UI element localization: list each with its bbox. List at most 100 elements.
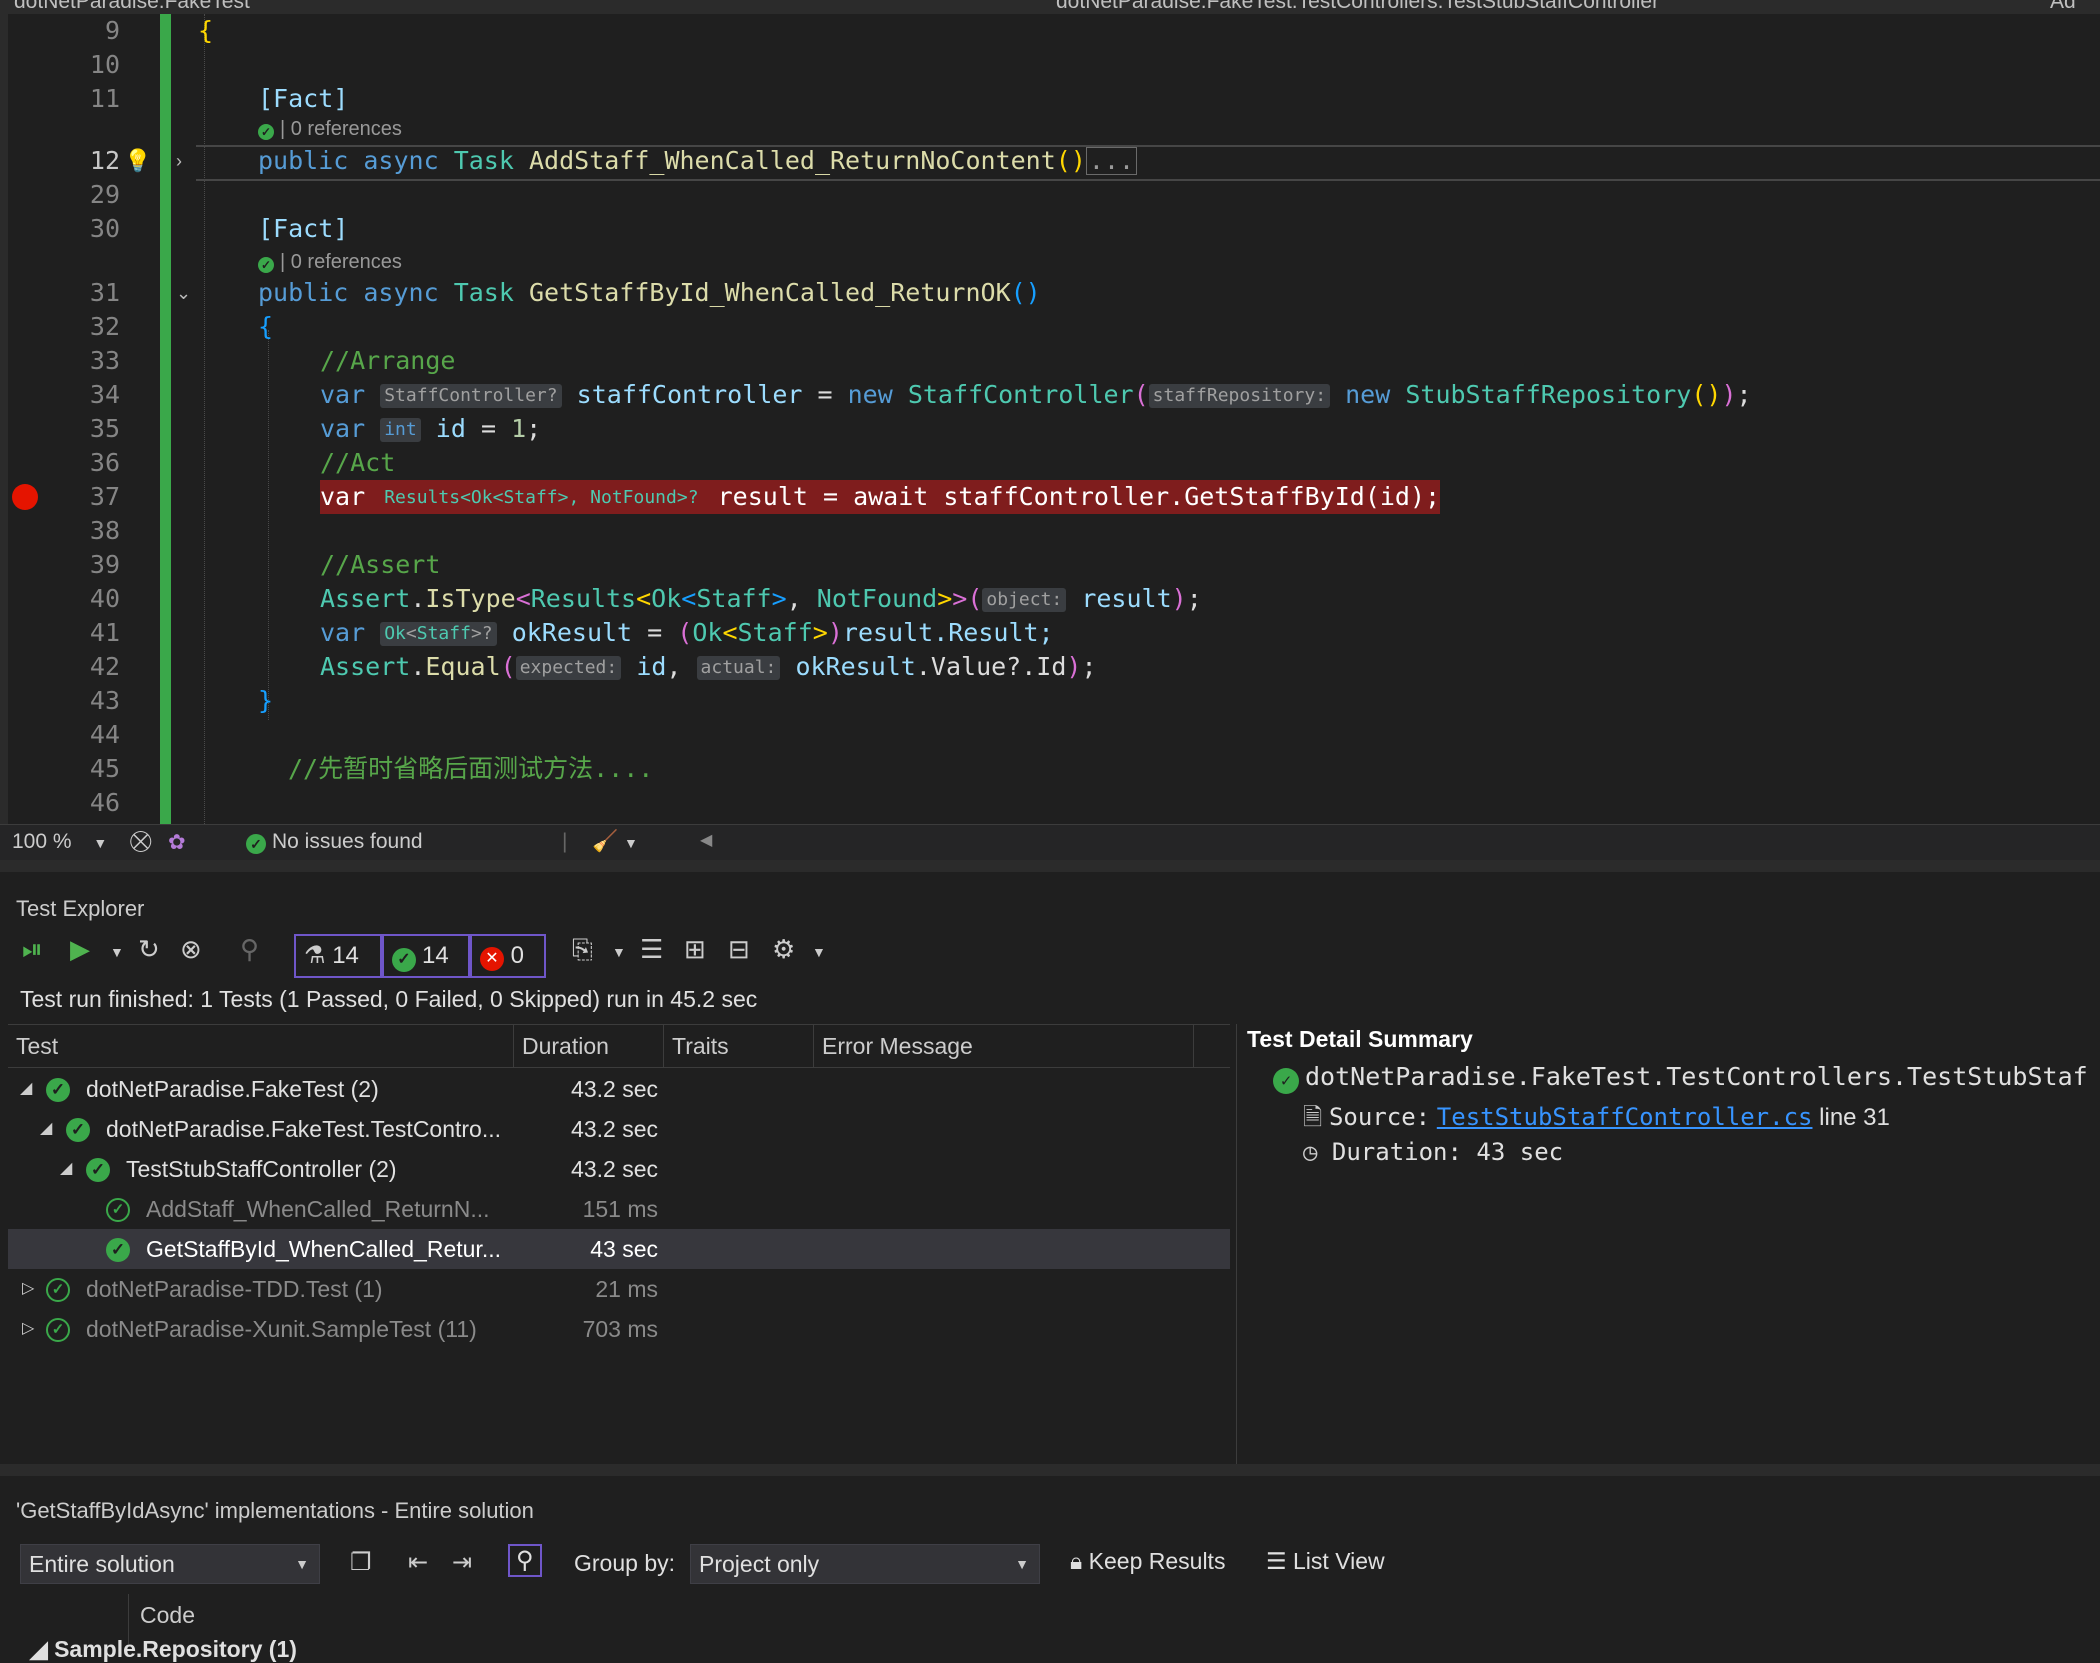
line-number: 32: [89, 312, 120, 341]
playlist-icon[interactable]: ⎘: [572, 934, 593, 966]
test-tree-row-selected[interactable]: ✓ GetStaffById_WhenCalled_Retur... 43 se…: [8, 1229, 1230, 1269]
code-line: 29: [0, 178, 2100, 212]
collapsed-region[interactable]: ...: [1085, 147, 1138, 175]
chevron-down-icon[interactable]: ▼: [110, 944, 124, 960]
clock-icon: ◷: [1303, 1138, 1318, 1166]
detail-title: Test Detail Summary: [1247, 1026, 1473, 1052]
code-line: 45 //先暂时省略后面测试方法....: [0, 752, 2100, 786]
expression: .Value?.Id: [915, 652, 1067, 681]
previous-location-icon[interactable]: ⇤: [408, 1548, 428, 1577]
type-name: Task: [453, 278, 514, 307]
column-header-test[interactable]: Test: [8, 1025, 514, 1067]
lightbulb-icon[interactable]: 💡: [124, 144, 151, 178]
collapse-all-icon[interactable]: ⊟: [728, 934, 750, 965]
comment: //Assert: [320, 550, 441, 579]
test-duration: 43.2 sec: [571, 1076, 658, 1102]
expand-all-icon[interactable]: ⊞: [684, 934, 706, 965]
chevron-down-icon: ▼: [295, 1556, 309, 1572]
code-line: 12 💡 › public async Task AddStaff_WhenCa…: [0, 144, 2100, 178]
breakpoint-icon[interactable]: [12, 484, 38, 510]
test-tree-row[interactable]: ✓ AddStaff_WhenCalled_ReturnN... 151 ms: [8, 1189, 1230, 1229]
passed-icon: ✓: [46, 1078, 70, 1102]
expand-fold-icon[interactable]: ›: [176, 144, 182, 178]
line-number: 35: [89, 414, 120, 443]
zoom-dropdown[interactable]: 100 % ▼: [12, 830, 107, 854]
code-line: 9 {: [0, 14, 2100, 48]
brace: }: [258, 686, 274, 715]
method-name: IsType: [425, 584, 516, 613]
tab-project[interactable]: dotNetParadise.FakeTest: [14, 0, 250, 14]
test-duration: 703 ms: [582, 1316, 658, 1342]
code-line: 36 //Act: [0, 446, 2100, 480]
inlay-parameter-hint: actual:: [696, 656, 781, 680]
collapse-fold-icon[interactable]: ⌄: [176, 276, 191, 310]
codelens-references[interactable]: ✓ | 0 references: [258, 250, 402, 274]
chevron-down-icon[interactable]: ▼: [612, 944, 626, 960]
tab-member[interactable]: Ad: [2050, 0, 2076, 14]
run-failed-tests-icon[interactable]: ⊗: [180, 934, 202, 965]
filter-toggle-icon[interactable]: ⚲: [508, 1544, 542, 1577]
line-number: 34: [89, 380, 120, 409]
tab-class[interactable]: dotNetParadise.FakeTest.TestControllers.…: [1056, 0, 1659, 14]
issues-indicator[interactable]: ✓ No issues found: [246, 830, 423, 854]
keep-results-button[interactable]: 🔒︎ Keep Results: [1070, 1548, 1225, 1575]
lock-icon: 🔒︎: [1070, 1548, 1083, 1574]
code-line: 30 [Fact]: [0, 212, 2100, 246]
chevron-down-icon: ▼: [623, 835, 638, 851]
run-tests-icon[interactable]: ▶: [70, 934, 90, 965]
line-number: 44: [89, 720, 120, 749]
test-name: GetStaffById_WhenCalled_Retur...: [146, 1236, 501, 1262]
scope-dropdown[interactable]: Entire solution ▼: [20, 1544, 320, 1584]
type-name: Ok: [692, 618, 723, 647]
column-header-traits[interactable]: Traits: [664, 1025, 814, 1067]
test-name: AddStaff_WhenCalled_ReturnN...: [146, 1196, 490, 1222]
total-tests-counter[interactable]: ⚗ 14: [294, 934, 382, 978]
test-tree-row[interactable]: ◢ ✓ dotNetParadise.FakeTest.TestContro..…: [8, 1109, 1230, 1149]
collapsed-triangle-icon[interactable]: ▷: [22, 1269, 34, 1309]
test-tree-row[interactable]: ◢ ✓ TestStubStaffController (2) 43.2 sec: [8, 1149, 1230, 1189]
expanded-triangle-icon[interactable]: ◢: [60, 1149, 72, 1189]
list-view-button[interactable]: ☰ List View: [1266, 1548, 1385, 1575]
failed-tests-counter[interactable]: ✕ 0: [470, 934, 546, 978]
column-header-error[interactable]: Error Message: [814, 1025, 1194, 1067]
code-editor[interactable]: 9 { 10 11 [Fact] ✓ | 0 references 12 💡 › …: [0, 14, 2100, 824]
test-tree-row[interactable]: ◢ ✓ dotNetParadise.FakeTest (2) 43.2 sec: [8, 1069, 1230, 1109]
count-value: 14: [332, 942, 359, 969]
code-cleanup-icon[interactable]: 🧹 ▼: [592, 830, 638, 854]
source-file-link[interactable]: TestStubStaffController.cs: [1437, 1103, 1813, 1131]
run-all-tests-icon[interactable]: ⏯: [22, 934, 43, 966]
codelens-references[interactable]: ✓ | 0 references: [258, 117, 402, 141]
next-location-icon[interactable]: ⇥: [452, 1548, 472, 1577]
column-header-duration[interactable]: Duration: [514, 1025, 664, 1067]
passed-tests-counter[interactable]: ✓ 14: [382, 934, 470, 978]
expanded-triangle-icon[interactable]: ◢: [20, 1069, 32, 1109]
document-tab-strip: dotNetParadise.FakeTest dotNetParadise.F…: [0, 0, 2100, 15]
scroll-left-icon[interactable]: ◀: [700, 830, 712, 850]
zoom-level: 100 %: [12, 830, 72, 853]
intellicode-icon[interactable]: ✿: [168, 830, 186, 855]
result-group-row[interactable]: ◢ Sample.Repository (1): [30, 1636, 297, 1663]
group-by-dropdown[interactable]: Project only ▼: [690, 1544, 1040, 1584]
repeat-last-run-icon[interactable]: ↻: [138, 934, 160, 965]
code-line: 35 var int id = 1;: [0, 412, 2100, 446]
brace: {: [258, 312, 274, 341]
copilot-icon[interactable]: ⛒: [130, 830, 151, 854]
group-by-value: Project only: [699, 1551, 820, 1577]
code-statement: var Ok<Staff>? okResult = (Ok<Staff>)res…: [320, 618, 1054, 647]
line-number: 43: [89, 686, 120, 715]
expanded-triangle-icon[interactable]: ◢: [40, 1109, 52, 1149]
column-header-code[interactable]: Code: [140, 1602, 195, 1629]
passed-outline-icon: ✓: [46, 1318, 70, 1342]
test-tree-row[interactable]: ▷ ✓ dotNetParadise-Xunit.SampleTest (11)…: [8, 1309, 1230, 1349]
separator: |: [562, 830, 568, 853]
test-run-summary: Test run finished: 1 Tests (1 Passed, 0 …: [20, 986, 758, 1012]
collapsed-triangle-icon[interactable]: ▷: [22, 1309, 34, 1349]
check-circle-icon: ✓: [246, 834, 266, 854]
settings-gear-icon[interactable]: ⚙: [772, 934, 795, 965]
group-by-icon[interactable]: ☰: [640, 934, 663, 965]
type-name: Assert: [320, 584, 411, 613]
copy-icon[interactable]: ❐: [350, 1548, 372, 1577]
chevron-down-icon[interactable]: ▼: [812, 944, 826, 960]
test-tree-row[interactable]: ▷ ✓ dotNetParadise-TDD.Test (1) 21 ms: [8, 1269, 1230, 1309]
filter-icon[interactable]: ⚲: [240, 934, 259, 965]
